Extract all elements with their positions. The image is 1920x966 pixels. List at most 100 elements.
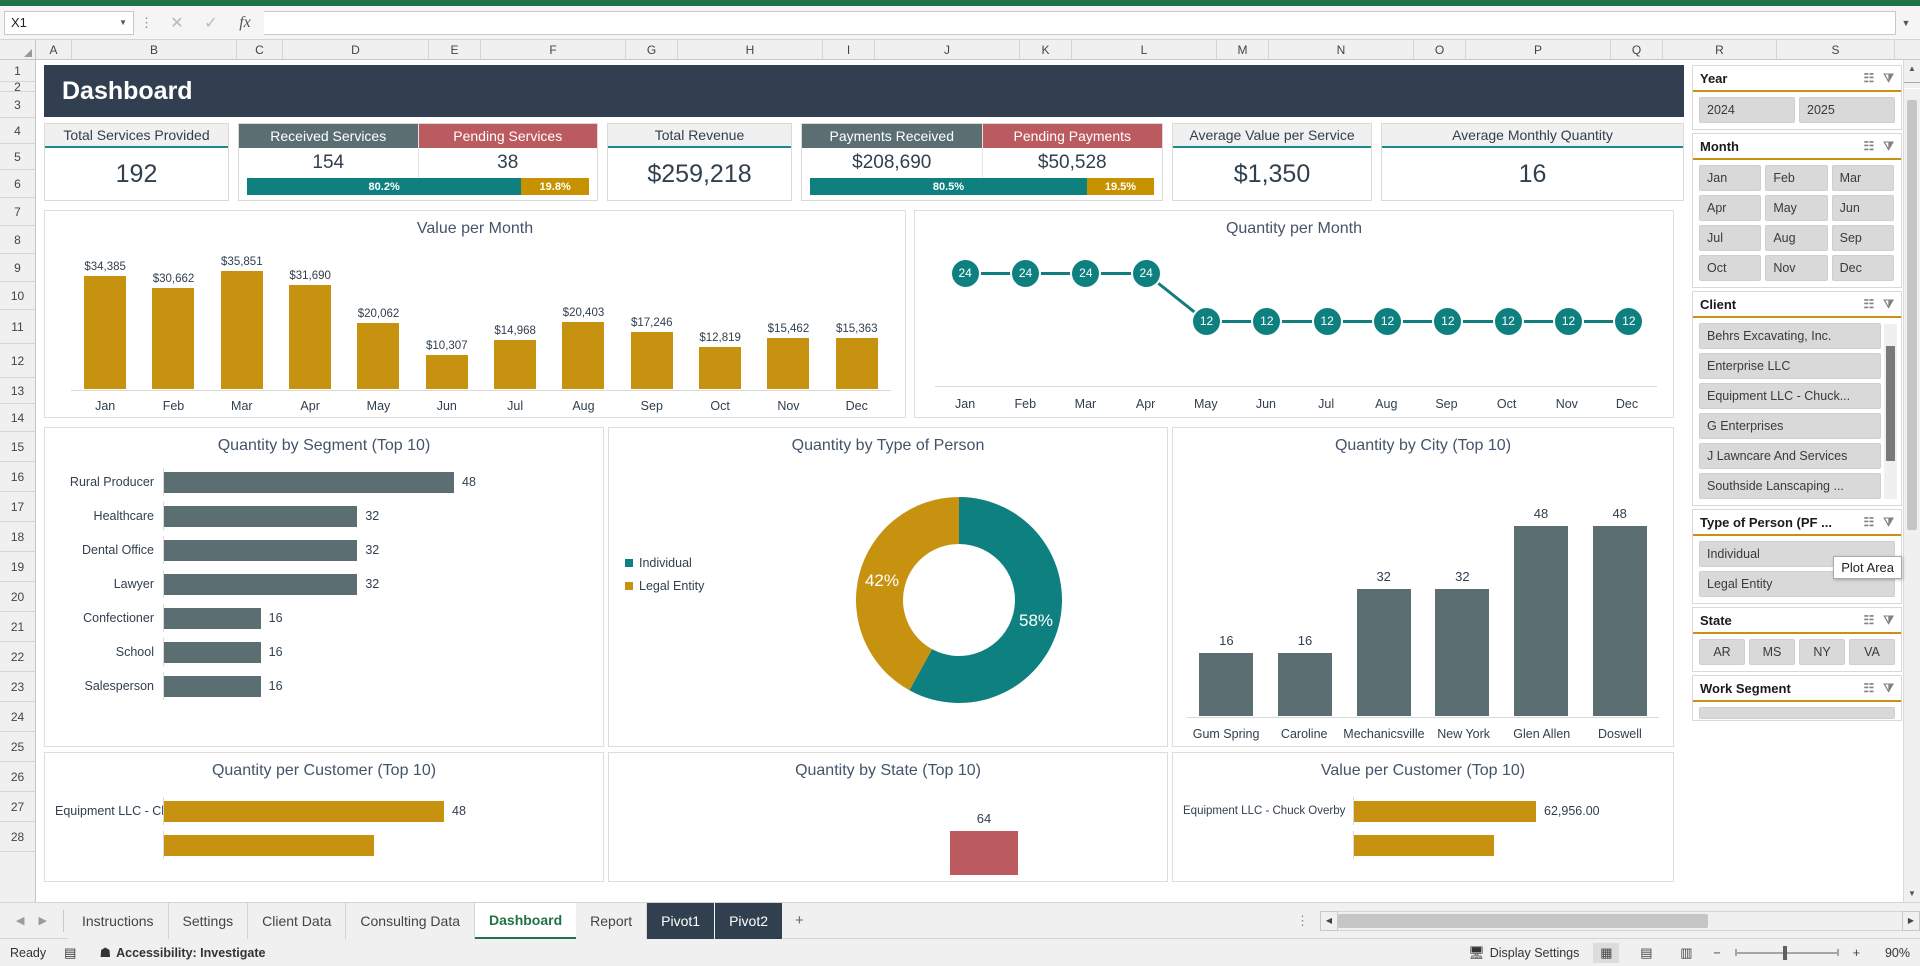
column-header-O[interactable]: O xyxy=(1414,40,1466,59)
row-header-25[interactable]: 25 xyxy=(0,732,35,762)
row-header-15[interactable]: 15 xyxy=(0,432,35,462)
slicer-item[interactable]: Mar xyxy=(1831,165,1894,191)
row-header-6[interactable]: 6 xyxy=(0,170,35,198)
row-header-9[interactable]: 9 xyxy=(0,254,35,282)
row-header-19[interactable]: 19 xyxy=(0,552,35,582)
column-header-A[interactable]: A xyxy=(36,40,72,59)
horizontal-scrollbar[interactable]: ◀ ▶ xyxy=(1320,910,1920,931)
slicer-year[interactable]: Year ☷ ⧩ 2024 2025 xyxy=(1692,65,1902,130)
split-handle[interactable] xyxy=(1904,82,1920,89)
bar[interactable] xyxy=(562,321,605,389)
row-header-28[interactable]: 28 xyxy=(0,822,35,852)
formula-input[interactable] xyxy=(264,10,1896,35)
data-point[interactable]: 12 xyxy=(1372,305,1403,337)
bar[interactable] xyxy=(835,338,878,389)
zoom-in-icon[interactable]: + xyxy=(1853,946,1860,960)
page-layout-view-icon[interactable]: ▤ xyxy=(1633,943,1659,963)
slicer-item[interactable]: Jan xyxy=(1699,165,1762,191)
chart-quantity-per-customer[interactable]: Quantity per Customer (Top 10) Equipment… xyxy=(44,752,604,882)
column-header-K[interactable]: K xyxy=(1020,40,1072,59)
multi-select-icon[interactable]: ☷ xyxy=(1864,515,1875,529)
slicer-item[interactable]: Jun xyxy=(1831,195,1894,221)
column-header-F[interactable]: F xyxy=(481,40,626,59)
slicer-item[interactable]: Nov xyxy=(1765,255,1828,281)
column-header-R[interactable]: R xyxy=(1663,40,1777,59)
column-header-B[interactable]: B xyxy=(72,40,237,59)
status-recording-icon[interactable]: ▤ xyxy=(64,945,81,961)
slicer-item[interactable]: 2025 xyxy=(1799,97,1895,123)
row-header-5[interactable]: 5 xyxy=(0,144,35,170)
status-accessibility[interactable]: ☗ Accessibility: Investigate xyxy=(99,945,265,961)
scroll-right-icon[interactable]: ▶ xyxy=(1902,910,1920,931)
chart-value-per-month[interactable]: Value per Month $34,385 $30,662 $35,851 $31… xyxy=(44,210,906,418)
slicer-item[interactable]: Equipment LLC - Chuck... xyxy=(1699,383,1881,409)
multi-select-icon[interactable]: ☷ xyxy=(1864,297,1875,311)
row-header-10[interactable]: 10 xyxy=(0,282,35,310)
slicer-item[interactable]: MS xyxy=(1749,639,1795,665)
column-header-H[interactable]: H xyxy=(678,40,823,59)
multi-select-icon[interactable]: ☷ xyxy=(1864,613,1875,627)
row-header-26[interactable]: 26 xyxy=(0,762,35,792)
chart-quantity-by-segment[interactable]: Quantity by Segment (Top 10) Rural Produ… xyxy=(44,427,604,747)
clear-filter-icon[interactable]: ⧩ xyxy=(1883,297,1894,312)
plot-area[interactable]: $34,385 $30,662 $35,851 $31,690 $20,062 $10,3… xyxy=(71,249,891,389)
bar[interactable] xyxy=(1199,652,1254,716)
chart-value-per-customer[interactable]: Value per Customer (Top 10) Equipment LL… xyxy=(1172,752,1674,882)
plot-area[interactable]: 16 16 32 32 48 48 xyxy=(1187,470,1659,716)
tab-more-icon[interactable]: ⋮ xyxy=(1286,913,1320,929)
slicer-item[interactable]: Oct xyxy=(1699,255,1762,281)
bar[interactable] xyxy=(164,573,358,595)
slicer-work-segment[interactable]: Work Segment ☷ ⧩ xyxy=(1692,675,1902,721)
row-header-21[interactable]: 21 xyxy=(0,612,35,642)
clear-filter-icon[interactable]: ⧩ xyxy=(1883,71,1894,86)
multi-select-icon[interactable]: ☷ xyxy=(1864,71,1875,85)
bar[interactable] xyxy=(164,641,261,663)
page-break-view-icon[interactable]: ▥ xyxy=(1673,943,1699,963)
sheet-tab-dashboard[interactable]: Dashboard xyxy=(475,902,577,939)
sheet-tab-consulting-data[interactable]: Consulting Data xyxy=(346,902,476,939)
slicer-item[interactable]: Aug xyxy=(1765,225,1828,251)
column-header-M[interactable]: M xyxy=(1217,40,1269,59)
data-point[interactable]: 12 xyxy=(1191,305,1222,337)
slicer-item[interactable]: NY xyxy=(1799,639,1845,665)
previous-sheet-icon[interactable]: ◀ xyxy=(16,914,24,927)
plot-area[interactable]: 64 xyxy=(629,797,1147,875)
chevron-down-icon[interactable]: ▼ xyxy=(119,18,127,27)
row-header-22[interactable]: 22 xyxy=(0,642,35,672)
bar[interactable] xyxy=(630,332,673,389)
zoom-slider[interactable] xyxy=(1734,945,1839,961)
slicer-item[interactable]: May xyxy=(1765,195,1828,221)
bar[interactable] xyxy=(289,284,332,389)
cancel-icon[interactable]: ✕ xyxy=(160,13,194,33)
more-options-icon[interactable]: ⋮ xyxy=(134,15,160,31)
column-header-N[interactable]: N xyxy=(1269,40,1414,59)
sheet-tab-settings[interactable]: Settings xyxy=(168,902,249,939)
scroll-up-icon[interactable]: ▲ xyxy=(1904,60,1920,77)
column-header-P[interactable]: P xyxy=(1466,40,1611,59)
row-header-7[interactable]: 7 xyxy=(0,198,35,226)
data-point[interactable]: 12 xyxy=(1432,305,1464,337)
chart-quantity-by-city[interactable]: Quantity by City (Top 10) 16 16 32 32 48 48 G… xyxy=(1172,427,1674,747)
row-header-17[interactable]: 17 xyxy=(0,492,35,522)
row-header-12[interactable]: 12 xyxy=(0,344,35,378)
row-header-2[interactable]: 2 xyxy=(0,80,35,94)
row-header-13[interactable]: 13 xyxy=(0,378,35,404)
data-point[interactable]: 12 xyxy=(1492,305,1524,337)
slicer-item[interactable]: Enterprise LLC xyxy=(1699,353,1881,379)
column-header-Q[interactable]: Q xyxy=(1611,40,1663,59)
bar[interactable] xyxy=(164,505,358,527)
data-point[interactable]: 24 xyxy=(1010,257,1041,289)
slicer-item[interactable]: Behrs Excavating, Inc. xyxy=(1699,323,1881,349)
bar[interactable] xyxy=(164,471,454,493)
slicer-item[interactable]: Sep xyxy=(1831,225,1894,251)
scrollbar-thumb[interactable] xyxy=(1886,346,1895,461)
legend-item-individual[interactable]: Individual xyxy=(625,556,704,570)
scroll-down-icon[interactable]: ▼ xyxy=(1904,885,1920,902)
row-header-16[interactable]: 16 xyxy=(0,462,35,492)
bar[interactable] xyxy=(164,539,358,561)
vertical-scrollbar[interactable]: ▲ ▼ xyxy=(1903,60,1920,902)
data-point[interactable]: 24 xyxy=(1070,257,1102,289)
column-header-D[interactable]: D xyxy=(283,40,429,59)
sheet-tab-pivot2[interactable]: Pivot2 xyxy=(715,902,784,939)
name-box[interactable]: X1 ▼ xyxy=(4,10,134,35)
